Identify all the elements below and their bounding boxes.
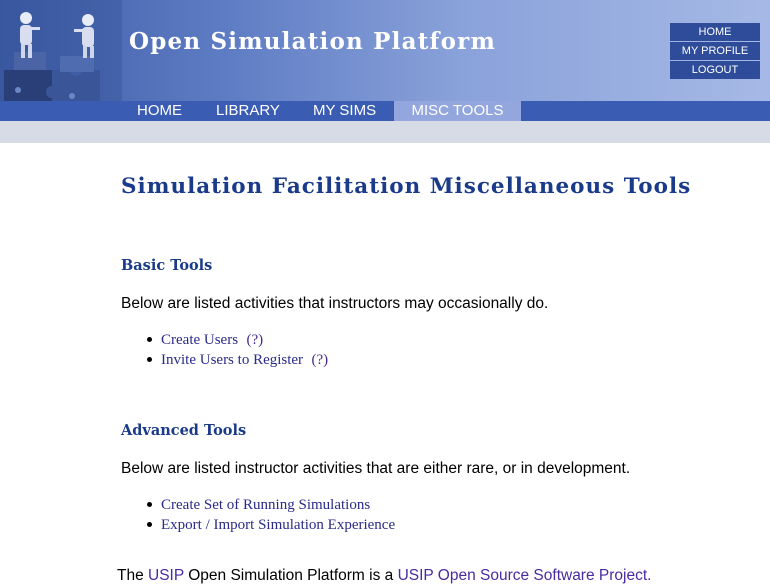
nav-tab-misc-tools[interactable]: MISC TOOLS: [394, 101, 521, 121]
basic-tools-list: Create Users (?) Invite Users to Registe…: [147, 330, 328, 370]
list-item: Create Set of Running Simulations: [147, 495, 395, 515]
export-import-experience-link[interactable]: Export / Import Simulation Experience: [161, 517, 395, 533]
advanced-tools-list: Create Set of Running Simulations Export…: [147, 495, 395, 535]
invite-users-help-link[interactable]: (?): [312, 352, 329, 368]
create-running-simulations-link[interactable]: Create Set of Running Simulations: [161, 497, 370, 513]
subnav-bar: [0, 121, 770, 143]
footer-usip-link[interactable]: USIP: [148, 567, 184, 584]
bullet-icon: [147, 337, 152, 342]
nav-tab-home[interactable]: HOME: [137, 101, 182, 121]
user-menu-logout-link[interactable]: LOGOUT: [670, 61, 760, 79]
create-users-help-link[interactable]: (?): [247, 332, 264, 348]
footer-middle-text: Open Simulation Platform is a: [183, 567, 398, 584]
page-title: Simulation Facilitation Miscellaneous To…: [121, 174, 692, 199]
main-nav: HOME LIBRARY MY SIMS MISC TOOLS: [0, 101, 770, 121]
basic-tools-heading: Basic Tools: [121, 257, 213, 274]
nav-tab-library[interactable]: LIBRARY: [216, 101, 280, 121]
bullet-icon: [147, 357, 152, 362]
puzzle-people-logo-icon: [0, 0, 122, 101]
user-menu-home-link[interactable]: HOME: [670, 23, 760, 41]
list-item: Invite Users to Register (?): [147, 350, 328, 370]
user-menu: HOME MY PROFILE LOGOUT: [670, 23, 760, 80]
list-item: Create Users (?): [147, 330, 328, 350]
footer-project-link[interactable]: USIP Open Source Software Project.: [398, 567, 652, 584]
advanced-tools-heading: Advanced Tools: [121, 422, 247, 439]
nav-tab-my-sims[interactable]: MY SIMS: [313, 101, 376, 121]
bullet-icon: [147, 502, 152, 507]
footer-prefix: The: [117, 567, 149, 584]
list-item: Export / Import Simulation Experience: [147, 515, 395, 535]
invite-users-link[interactable]: Invite Users to Register: [161, 352, 303, 368]
create-users-link[interactable]: Create Users: [161, 332, 238, 348]
bullet-icon: [147, 522, 152, 527]
footer: The USIP Open Simulation Platform is a U…: [117, 567, 651, 585]
advanced-tools-description: Below are listed instructor activities t…: [121, 460, 631, 477]
basic-tools-description: Below are listed activities that instruc…: [121, 295, 549, 312]
user-menu-my-profile-link[interactable]: MY PROFILE: [670, 42, 760, 60]
site-header: Open Simulation Platform HOME MY PROFILE…: [0, 0, 770, 101]
site-title: Open Simulation Platform: [129, 28, 497, 55]
